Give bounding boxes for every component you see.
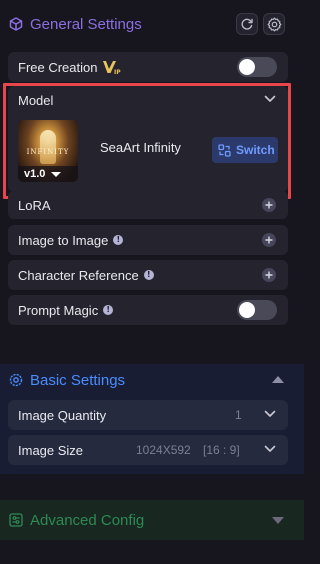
expand-advanced-icon[interactable] (272, 517, 284, 524)
settings-circle-icon (9, 373, 23, 387)
plus-icon (265, 271, 273, 279)
vip-badge-icon: IP (102, 59, 122, 75)
info-icon[interactable]: ! (143, 270, 154, 280)
model-thumbnail[interactable]: INFINITY v1.0 (18, 120, 78, 182)
collapse-basic-icon[interactable] (272, 376, 284, 383)
image-size-value: 1024X592 (136, 443, 191, 457)
general-settings-title: General Settings (30, 15, 142, 33)
switch-label: Switch (236, 143, 275, 157)
free-creation-toggle[interactable] (237, 57, 277, 77)
swap-icon (218, 143, 231, 157)
sliders-icon (9, 513, 23, 527)
prompt-magic-label: Prompt Magic (18, 302, 99, 318)
info-icon[interactable]: ! (113, 235, 124, 245)
image-size-ratio: [16 : 9] (203, 443, 240, 457)
plus-icon (265, 201, 273, 209)
prompt-magic-toggle[interactable] (237, 300, 277, 320)
image-size-label: Image Size (18, 442, 84, 458)
basic-settings-panel: Basic Settings Image Quantity 1 Image Si… (0, 364, 304, 474)
image-size-select[interactable]: Image Size 1024X592 [16 : 9] (8, 435, 288, 465)
cube-icon (9, 17, 23, 31)
plus-icon (265, 236, 273, 244)
switch-model-button[interactable]: Switch (212, 137, 278, 163)
svg-text:IP: IP (114, 69, 121, 75)
refresh-button[interactable] (236, 13, 258, 35)
character-reference-row[interactable]: Character Reference ! (8, 260, 288, 290)
image-quantity-select[interactable]: Image Quantity 1 (8, 400, 288, 430)
model-name: SeaArt Infinity (100, 140, 181, 155)
image-to-image-label: Image to Image (18, 232, 109, 248)
info-icon[interactable]: ! (103, 305, 114, 315)
model-version-select[interactable]: v1.0 (18, 166, 78, 182)
chevron-down-icon (264, 445, 276, 453)
image-quantity-label: Image Quantity (18, 407, 107, 423)
free-creation-label: Free Creation (18, 59, 98, 75)
model-card: Model INFINITY v1.0 SeaArt Infinity Swit… (8, 86, 288, 192)
chevron-down-icon (264, 410, 276, 418)
refresh-icon (240, 17, 254, 31)
free-creation-row: Free Creation IP (8, 52, 288, 82)
caret-down-icon (51, 171, 62, 177)
character-reference-label: Character Reference (18, 267, 139, 283)
model-version: v1.0 (24, 168, 46, 180)
general-settings-header[interactable]: General Settings (0, 8, 304, 40)
add-character-reference-button[interactable] (262, 268, 276, 282)
lora-label: LoRA (18, 197, 51, 213)
lora-row[interactable]: LoRA (8, 191, 288, 219)
add-lora-button[interactable] (262, 198, 276, 212)
image-to-image-row[interactable]: Image to Image ! (8, 225, 288, 255)
image-quantity-value: 1 (235, 408, 242, 422)
thumbnail-text: INFINITY (26, 148, 70, 156)
prompt-magic-row: Prompt Magic ! (8, 295, 288, 325)
gear-icon (267, 17, 282, 32)
chevron-down-icon[interactable] (264, 95, 276, 103)
advanced-config-header[interactable]: Advanced Config (9, 510, 144, 530)
add-image-to-image-button[interactable] (262, 233, 276, 247)
advanced-config-title: Advanced Config (30, 511, 145, 529)
advanced-config-panel[interactable]: Advanced Config (0, 500, 304, 540)
basic-settings-title: Basic Settings (30, 371, 126, 389)
settings-button[interactable] (263, 13, 285, 35)
basic-settings-header[interactable]: Basic Settings (9, 370, 125, 390)
model-label: Model (18, 93, 54, 108)
